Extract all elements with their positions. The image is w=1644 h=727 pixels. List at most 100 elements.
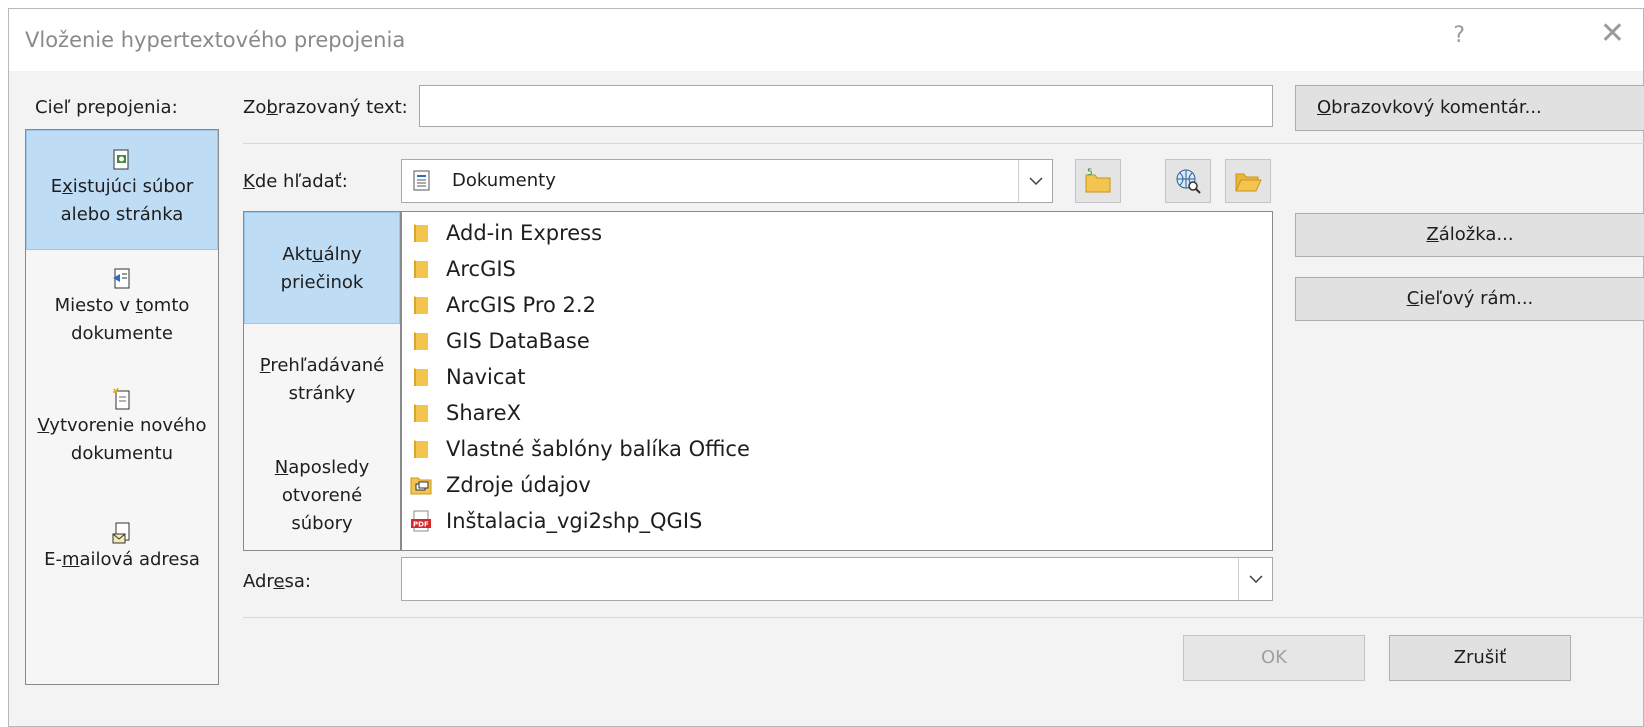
nav-label: x xyxy=(62,176,73,197)
address-dropdown-arrow[interactable] xyxy=(1238,558,1272,600)
tab-label: u xyxy=(312,244,324,265)
look-in-value: Dokumenty xyxy=(452,170,556,191)
nav-existing-file[interactable]: Existujúci súbor alebo stránka xyxy=(26,130,218,250)
folder-icon xyxy=(414,332,428,350)
file-list: Add-in Express ArcGIS ArcGIS Pro 2.2 GIS… xyxy=(401,211,1273,551)
label-part: sa: xyxy=(284,571,311,592)
place-in-document-icon xyxy=(113,268,130,289)
nav-label: dokumentu xyxy=(70,443,174,464)
browse-web-button-globe[interactable] xyxy=(1165,159,1211,203)
screentip-button[interactable]: Obrazovkový komentár... xyxy=(1295,85,1644,131)
ok-button[interactable]: OK xyxy=(1183,635,1365,681)
tab-label: súbory xyxy=(291,513,353,534)
nav-label: E xyxy=(50,176,63,197)
chevron-down-icon xyxy=(1028,177,1043,185)
list-item[interactable]: ShareX xyxy=(410,396,521,430)
look-in-label: Kde hľadať: xyxy=(243,171,348,192)
label-part: de hľadať: xyxy=(254,171,348,192)
look-in-dropdown[interactable]: Dokumenty xyxy=(401,159,1053,203)
label-part: Zo xyxy=(243,97,267,118)
button-label: áložka... xyxy=(1438,224,1514,245)
link-target-label: Cieľ prepojenia: xyxy=(35,97,178,118)
tab-label: P xyxy=(259,355,271,376)
look-in-dropdown-arrow[interactable] xyxy=(1018,160,1052,202)
list-item[interactable]: GIS DataBase xyxy=(410,324,590,358)
nav-label: Miesto v xyxy=(54,295,136,316)
label-part: Adr xyxy=(243,571,274,592)
button-label: Z xyxy=(1426,224,1439,245)
address-label: Adresa: xyxy=(243,571,311,592)
folder-icon xyxy=(414,296,428,314)
tab-label: rehľadávané xyxy=(270,355,385,376)
folder-icon xyxy=(414,224,428,242)
open-folder-icon xyxy=(1235,173,1262,192)
separator xyxy=(243,617,1644,618)
folder-icon xyxy=(414,260,428,278)
insert-hyperlink-dialog: Vloženie hypertextového prepojenia ? ✕ C… xyxy=(8,8,1644,727)
nav-label: t xyxy=(135,295,143,316)
separator xyxy=(243,143,1644,144)
list-item[interactable]: Navicat xyxy=(410,360,526,394)
nav-create-new-document[interactable]: Vytvorenie nového dokumentu xyxy=(26,388,218,498)
file-name: ArcGIS Pro 2.2 xyxy=(446,293,596,317)
tab-label: otvorené xyxy=(281,485,363,506)
label-part: b xyxy=(266,97,278,118)
file-name: GIS DataBase xyxy=(446,329,590,353)
list-item[interactable]: PDF Inštalacia_vgi2shp_QGIS xyxy=(410,504,702,538)
tab-current-folder[interactable]: Aktuálny priečinok xyxy=(244,212,400,324)
file-name: ArcGIS xyxy=(446,257,516,281)
data-sources-folder-icon xyxy=(410,477,432,495)
tab-recent-files[interactable]: Naposledy otvorené súbory xyxy=(244,454,400,548)
dialog-title: Vloženie hypertextového prepojenia xyxy=(25,28,406,52)
list-item[interactable]: Zdroje údajov xyxy=(410,468,591,502)
nav-label: ytvorenie nového xyxy=(49,415,207,436)
file-name: Zdroje údajov xyxy=(446,473,591,497)
nav-email-address[interactable]: E-mailová adresa xyxy=(26,522,218,602)
list-item[interactable]: ArcGIS xyxy=(410,252,516,286)
file-name: ShareX xyxy=(446,401,521,425)
web-search-icon xyxy=(1176,169,1201,194)
close-button[interactable]: ✕ xyxy=(1600,19,1625,49)
address-combobox[interactable] xyxy=(401,557,1273,601)
list-item[interactable]: Vlastné šablóny balíka Office xyxy=(410,432,750,466)
folder-up-icon: 5 xyxy=(1085,168,1111,193)
target-frame-button[interactable]: Cieľový rám... xyxy=(1295,277,1644,321)
documents-icon xyxy=(413,170,430,191)
tab-browsed-pages[interactable]: Prehľadávané stránky xyxy=(244,352,400,422)
help-button[interactable]: ? xyxy=(1453,23,1465,48)
email-address-icon xyxy=(112,522,130,544)
file-name: Inštalacia_vgi2shp_QGIS xyxy=(446,509,703,533)
browse-scope-tabs: Aktuálny priečinok Prehľadávané stránky … xyxy=(243,211,401,551)
bookmark-button[interactable]: Záložka... xyxy=(1295,213,1644,257)
tab-label: álny xyxy=(323,244,362,265)
file-name: Add-in Express xyxy=(446,221,603,245)
label-part: e xyxy=(273,571,285,592)
existing-file-icon xyxy=(113,149,129,170)
file-name: Vlastné šablóny balíka Office xyxy=(446,437,750,461)
nav-label: alebo stránka xyxy=(60,204,184,225)
display-text-label: Zobrazovaný text: xyxy=(243,97,408,118)
nav-label: dokumente xyxy=(71,323,173,344)
list-item[interactable]: ArcGIS Pro 2.2 xyxy=(410,288,596,322)
button-label: O xyxy=(1317,97,1332,118)
button-label: ieľový rám... xyxy=(1419,288,1534,309)
nav-label: ailová adresa xyxy=(79,549,200,570)
cancel-button[interactable]: Zrušiť xyxy=(1389,635,1571,681)
title-bar: Vloženie hypertextového prepojenia ? ✕ xyxy=(9,9,1643,71)
label-part: razovaný text: xyxy=(277,97,408,118)
folder-icon xyxy=(414,368,428,386)
svg-text:5: 5 xyxy=(1087,168,1093,178)
nav-place-in-document[interactable]: Miesto v tomto dokumente xyxy=(26,268,218,378)
browse-file-button[interactable] xyxy=(1225,159,1271,203)
browse-web-button[interactable]: 5 xyxy=(1075,159,1121,203)
link-target-nav: Existujúci súbor alebo stránka Miesto v … xyxy=(25,129,219,685)
display-text-input[interactable] xyxy=(419,85,1273,127)
svg-text:PDF: PDF xyxy=(413,521,429,529)
list-item[interactable]: Add-in Express xyxy=(410,216,602,250)
nav-label: istujúci súbor xyxy=(72,176,194,197)
new-document-icon xyxy=(113,388,130,410)
tab-label: priečinok xyxy=(280,272,364,293)
chevron-down-icon xyxy=(1248,575,1263,583)
button-label: C xyxy=(1406,288,1420,309)
nav-label: m xyxy=(61,549,80,570)
